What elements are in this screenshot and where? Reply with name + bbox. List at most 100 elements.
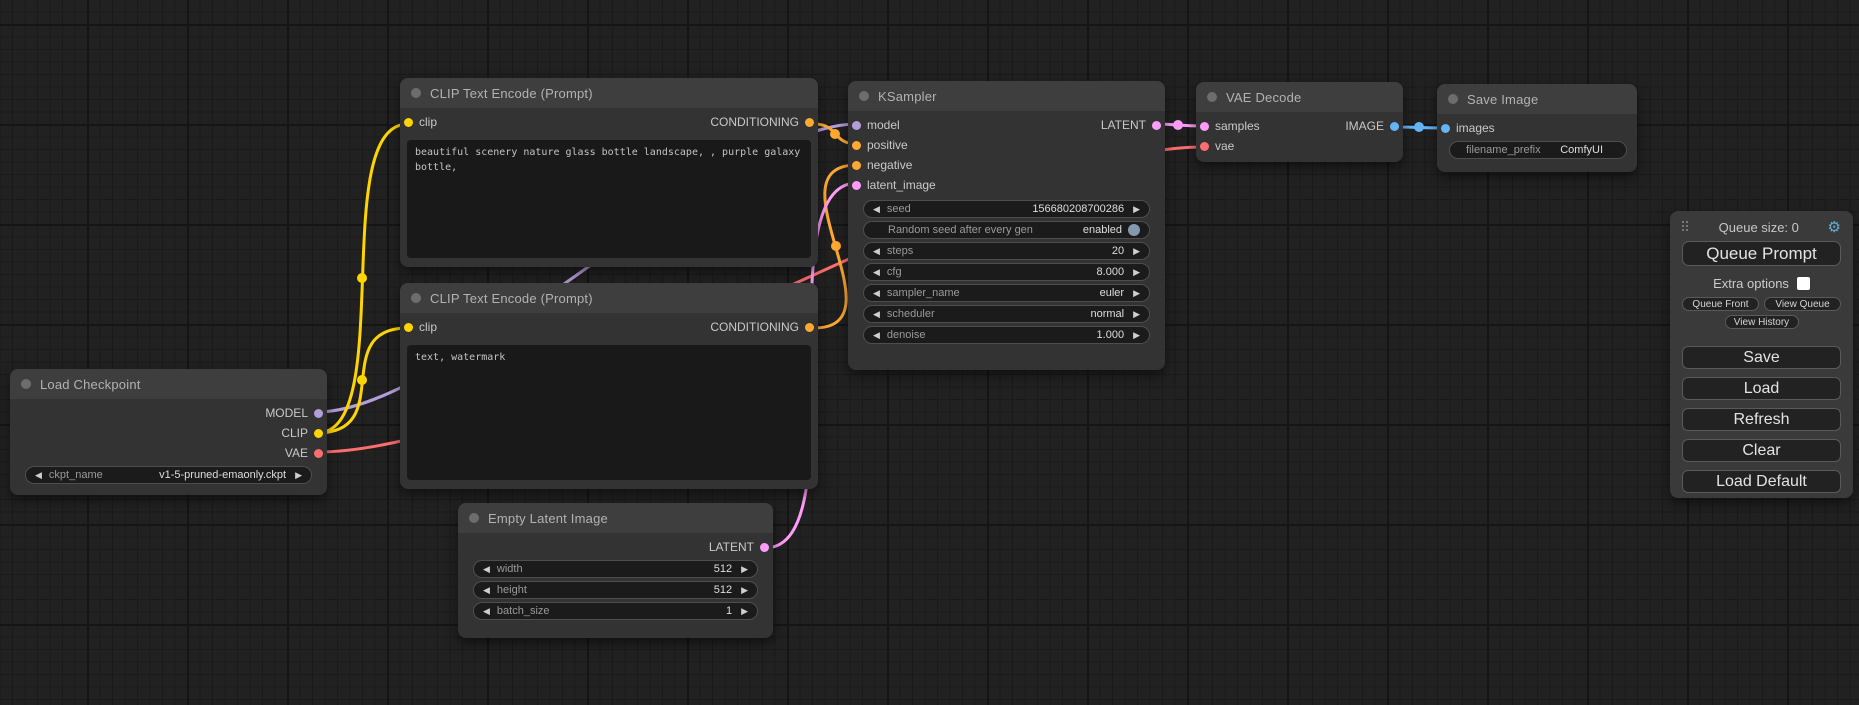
- input-label: clip: [419, 320, 437, 334]
- node-save-image[interactable]: Save Image images filename_prefix ComfyU…: [1437, 84, 1637, 172]
- widget-random-seed-toggle[interactable]: Random seed after every gen enabled: [863, 221, 1150, 239]
- input-slot-model[interactable]: [852, 121, 861, 130]
- node-title-bar[interactable]: Load Checkpoint: [10, 369, 327, 399]
- increment-arrow-icon[interactable]: ▶: [741, 564, 748, 575]
- input-label: clip: [419, 115, 437, 129]
- output-slot-model[interactable]: [314, 409, 323, 418]
- node-vae-decode[interactable]: VAE Decode samples IMAGE vae: [1196, 82, 1403, 162]
- view-history-button[interactable]: View History: [1725, 315, 1799, 329]
- widget-denoise[interactable]: ◀ denoise 1.000 ▶: [863, 326, 1150, 344]
- widget-filename-prefix[interactable]: filename_prefix ComfyUI: [1449, 141, 1627, 159]
- output-slot-conditioning[interactable]: [805, 118, 814, 127]
- decrement-arrow-icon[interactable]: ◀: [483, 606, 490, 617]
- refresh-button[interactable]: Refresh: [1682, 408, 1841, 431]
- drag-handle-icon[interactable]: [1682, 221, 1690, 233]
- widget-sampler-name[interactable]: ◀ sampler_name euler ▶: [863, 284, 1150, 302]
- widget-value: 512: [714, 584, 732, 596]
- link-midpoint-dot[interactable]: [830, 129, 840, 139]
- widget-steps[interactable]: ◀ steps 20 ▶: [863, 242, 1150, 260]
- node-title-bar[interactable]: Save Image: [1437, 84, 1637, 114]
- input-slot-vae[interactable]: [1200, 142, 1209, 151]
- input-slot-images[interactable]: [1441, 124, 1450, 133]
- decrement-arrow-icon[interactable]: ◀: [873, 309, 880, 320]
- decrement-arrow-icon[interactable]: ◀: [483, 564, 490, 575]
- input-slot-positive[interactable]: [852, 141, 861, 150]
- link-midpoint-dot[interactable]: [831, 241, 841, 251]
- input-slot-clip[interactable]: [404, 118, 413, 127]
- decrement-arrow-icon[interactable]: ◀: [873, 330, 880, 341]
- increment-arrow-icon[interactable]: ▶: [1133, 204, 1140, 215]
- load-button[interactable]: Load: [1682, 377, 1841, 400]
- input-slot-samples[interactable]: [1200, 122, 1209, 131]
- node-collapse-dot[interactable]: [411, 293, 421, 303]
- gear-icon[interactable]: ⚙: [1828, 220, 1841, 235]
- output-slot-latent[interactable]: [760, 543, 769, 552]
- queue-prompt-button[interactable]: Queue Prompt: [1682, 241, 1841, 266]
- load-default-button[interactable]: Load Default: [1682, 470, 1841, 493]
- decrement-arrow-icon[interactable]: ◀: [873, 246, 880, 257]
- increment-arrow-icon[interactable]: ▶: [1133, 330, 1140, 341]
- input-slot-clip[interactable]: [404, 323, 413, 332]
- node-collapse-dot[interactable]: [21, 379, 31, 389]
- node-collapse-dot[interactable]: [1448, 94, 1458, 104]
- node-ksampler[interactable]: KSampler model LATENT positive negative …: [848, 81, 1165, 370]
- extra-options-label: Extra options: [1713, 276, 1789, 291]
- node-title: Empty Latent Image: [488, 511, 608, 526]
- node-empty-latent-image[interactable]: Empty Latent Image LATENT ◀ width 512 ▶ …: [458, 503, 773, 638]
- decrement-arrow-icon[interactable]: ◀: [873, 204, 880, 215]
- output-slot-latent[interactable]: [1152, 121, 1161, 130]
- output-slot-image[interactable]: [1390, 122, 1399, 131]
- widget-scheduler[interactable]: ◀ scheduler normal ▶: [863, 305, 1150, 323]
- increment-arrow-icon[interactable]: ▶: [1133, 267, 1140, 278]
- node-load-checkpoint[interactable]: Load Checkpoint MODEL CLIP VAE ◀ ckpt_na…: [10, 369, 327, 495]
- increment-arrow-icon[interactable]: ▶: [295, 470, 302, 481]
- output-slot-conditioning[interactable]: [805, 323, 814, 332]
- widget-label: filename_prefix: [1466, 144, 1541, 156]
- node-collapse-dot[interactable]: [1207, 92, 1217, 102]
- link-midpoint-dot[interactable]: [1173, 120, 1183, 130]
- increment-arrow-icon[interactable]: ▶: [741, 585, 748, 596]
- increment-arrow-icon[interactable]: ▶: [1133, 309, 1140, 320]
- output-slot-clip[interactable]: [314, 429, 323, 438]
- extra-options-checkbox[interactable]: [1797, 277, 1810, 290]
- link-midpoint-dot[interactable]: [357, 375, 367, 385]
- node-collapse-dot[interactable]: [469, 513, 479, 523]
- output-slot-vae[interactable]: [314, 449, 323, 458]
- node-clip-text-encode-negative[interactable]: CLIP Text Encode (Prompt) clip CONDITION…: [400, 283, 818, 489]
- widget-width[interactable]: ◀ width 512 ▶: [473, 560, 758, 578]
- widget-cfg[interactable]: ◀ cfg 8.000 ▶: [863, 263, 1150, 281]
- output-label: IMAGE: [1345, 119, 1384, 133]
- link-midpoint-dot[interactable]: [1414, 122, 1424, 132]
- decrement-arrow-icon[interactable]: ◀: [35, 470, 42, 481]
- prompt-text-area[interactable]: beautiful scenery nature glass bottle la…: [407, 140, 811, 258]
- increment-arrow-icon[interactable]: ▶: [741, 606, 748, 617]
- view-queue-button[interactable]: View Queue: [1764, 297, 1841, 311]
- increment-arrow-icon[interactable]: ▶: [1133, 288, 1140, 299]
- input-slot-latent-image[interactable]: [852, 181, 861, 190]
- widget-seed[interactable]: ◀ seed 156680208700286 ▶: [863, 200, 1150, 218]
- link-midpoint-dot[interactable]: [357, 273, 367, 283]
- node-clip-text-encode-positive[interactable]: CLIP Text Encode (Prompt) clip CONDITION…: [400, 78, 818, 267]
- node-collapse-dot[interactable]: [859, 91, 869, 101]
- node-title-bar[interactable]: CLIP Text Encode (Prompt): [400, 78, 818, 108]
- input-label: model: [867, 118, 900, 132]
- decrement-arrow-icon[interactable]: ◀: [483, 585, 490, 596]
- node-title-bar[interactable]: KSampler: [848, 81, 1165, 111]
- prompt-text-area[interactable]: text, watermark: [407, 345, 811, 480]
- clear-button[interactable]: Clear: [1682, 439, 1841, 462]
- node-collapse-dot[interactable]: [411, 88, 421, 98]
- node-title-bar[interactable]: CLIP Text Encode (Prompt): [400, 283, 818, 313]
- widget-ckpt-name[interactable]: ◀ ckpt_name v1-5-pruned-emaonly.ckpt ▶: [25, 466, 312, 484]
- decrement-arrow-icon[interactable]: ◀: [873, 267, 880, 278]
- toggle-dot[interactable]: [1128, 224, 1140, 236]
- widget-batch-size[interactable]: ◀ batch_size 1 ▶: [473, 602, 758, 620]
- widget-height[interactable]: ◀ height 512 ▶: [473, 581, 758, 599]
- node-title-bar[interactable]: Empty Latent Image: [458, 503, 773, 533]
- save-button[interactable]: Save: [1682, 346, 1841, 369]
- widget-value: normal: [1090, 308, 1124, 320]
- input-slot-negative[interactable]: [852, 161, 861, 170]
- node-title-bar[interactable]: VAE Decode: [1196, 82, 1403, 112]
- increment-arrow-icon[interactable]: ▶: [1133, 246, 1140, 257]
- decrement-arrow-icon[interactable]: ◀: [873, 288, 880, 299]
- queue-front-button[interactable]: Queue Front: [1682, 297, 1759, 311]
